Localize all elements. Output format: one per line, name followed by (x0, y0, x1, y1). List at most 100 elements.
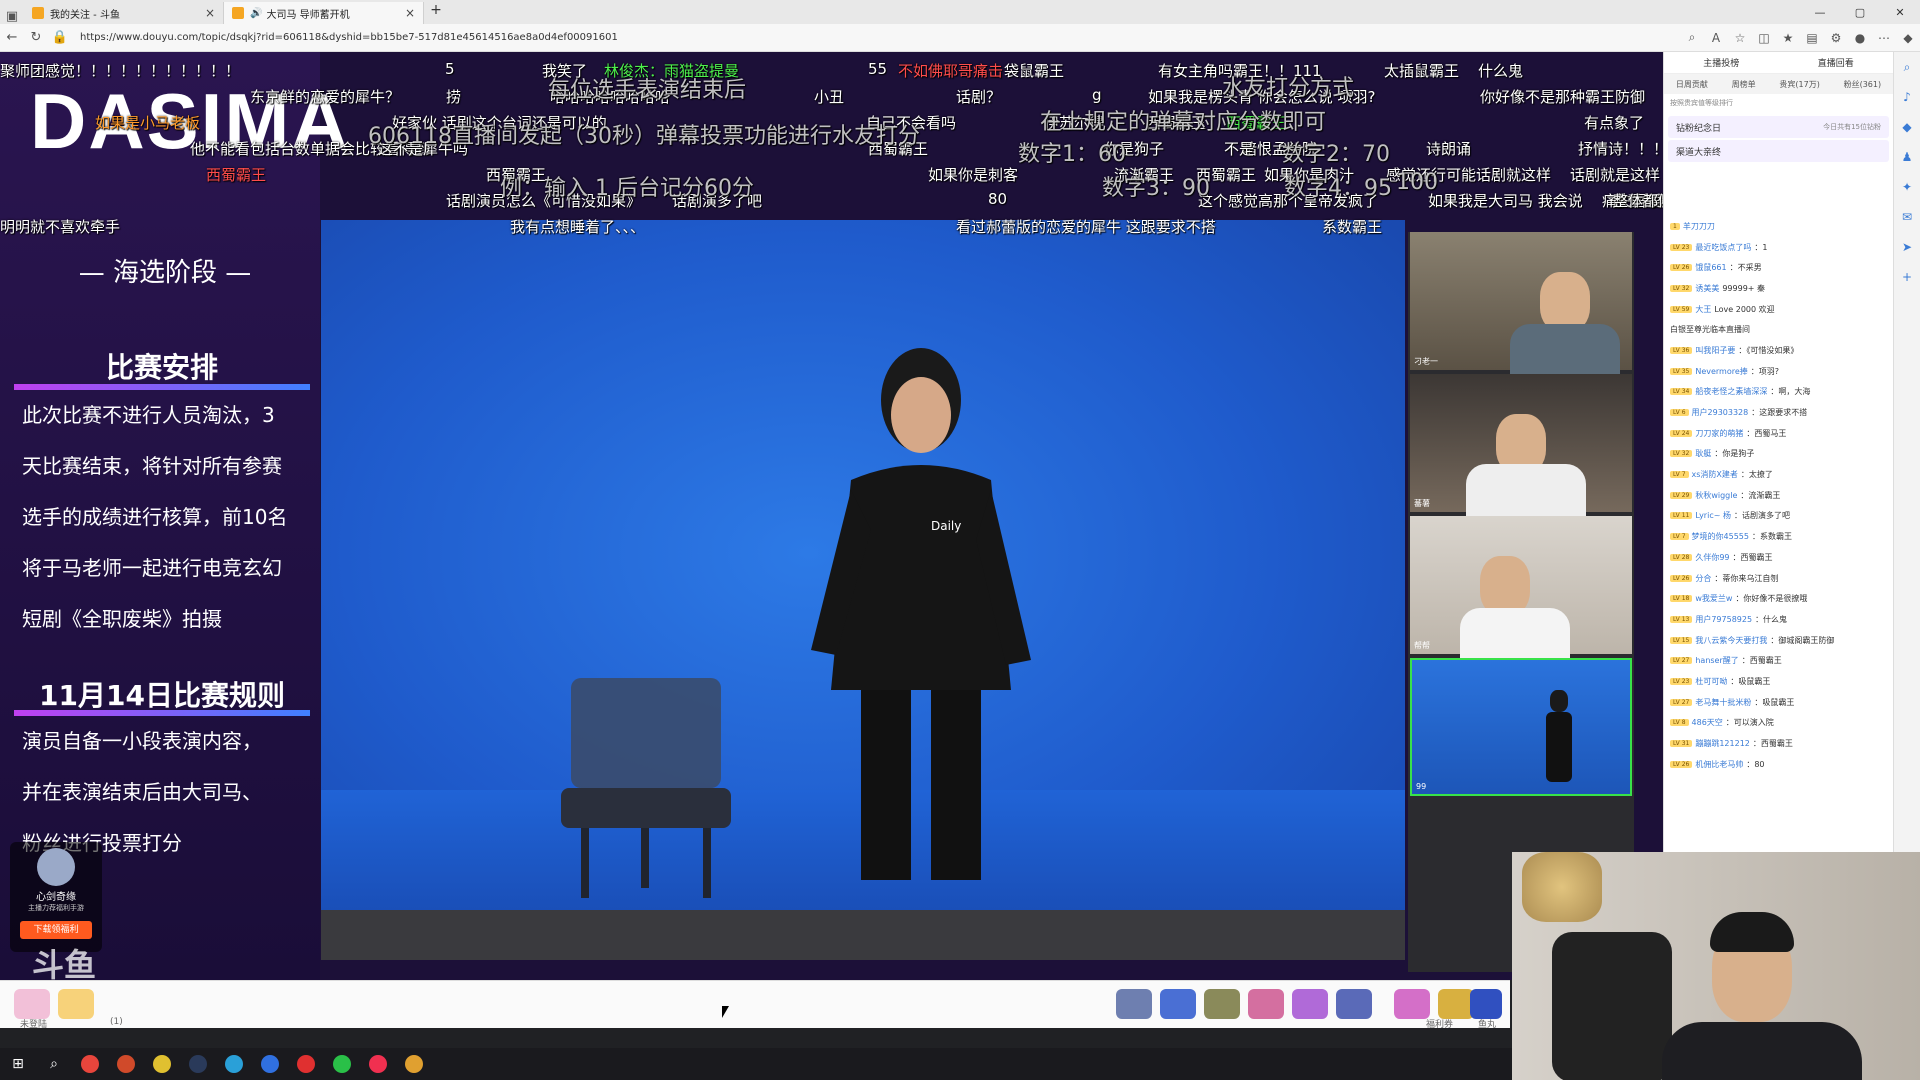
gift-icon[interactable] (1116, 989, 1152, 1019)
app-icon[interactable] (144, 1048, 180, 1080)
gift-icon[interactable] (1204, 989, 1240, 1019)
gift-icon[interactable] (1336, 989, 1372, 1019)
chat-username[interactable]: 耿艇 (1695, 448, 1711, 459)
app-icon[interactable] (252, 1048, 288, 1080)
chat-username[interactable]: 羊刀刀刀 (1683, 221, 1715, 232)
chat-message[interactable]: LV 13 用户79758925 ：什么鬼 (1664, 609, 1894, 630)
chat-username[interactable]: 杜可可呦 (1695, 676, 1727, 687)
chat-username[interactable]: 用户79758925 (1695, 614, 1752, 625)
chat-message[interactable]: LV 15 我八云紫今天要打我 ：御城阁霸王防御 (1664, 630, 1894, 651)
copilot-icon[interactable]: ◆ (1896, 31, 1920, 45)
more-menu-icon[interactable]: ⋯ (1872, 31, 1896, 45)
tools-icon[interactable]: ✦ (1894, 172, 1920, 202)
chat-username[interactable]: 用户29303328 (1692, 407, 1749, 418)
profile-icon[interactable]: ● (1848, 31, 1872, 45)
anchor-rank-link[interactable]: 主播投榜 (1703, 56, 1739, 69)
chat-message[interactable]: LV 26 分合 ：蒂你来乌江自刎 (1664, 568, 1894, 589)
gift-icon[interactable] (1248, 989, 1284, 1019)
app-icon[interactable] (180, 1048, 216, 1080)
chat-username[interactable]: 久伴你99 (1695, 552, 1729, 563)
coupon-label[interactable]: 福利券 (1426, 1017, 1453, 1030)
chat-message[interactable]: LV 32 耿艇 ：你是狗子 (1664, 444, 1894, 465)
tab-fans[interactable]: 粉丝(361) (1844, 79, 1882, 90)
chat-message[interactable]: LV 6 用户29303328 ：这跟要求不搭 (1664, 402, 1894, 423)
tab-dasima-stream[interactable]: 🔊 大司马 导师蓄开机 × (224, 2, 424, 24)
chat-message[interactable]: LV 32 诱美美 99999+ 秦 (1664, 278, 1894, 299)
replay-link[interactable]: 直播回看 (1818, 56, 1854, 69)
close-tab-icon[interactable]: × (205, 6, 215, 20)
close-tab-icon[interactable]: × (405, 6, 415, 20)
chat-username[interactable]: 我八云紫今天要打我 (1695, 635, 1767, 646)
chat-message[interactable]: LV 23 杜可可呦 ：吸鼠霸王 (1664, 671, 1894, 692)
chat-username[interactable]: 刀刀家的萌猪 (1695, 428, 1743, 439)
favorites-icon[interactable]: ★ (1776, 31, 1800, 45)
chat-username[interactable]: 最近吃饭点了吗 (1695, 242, 1751, 253)
chat-message[interactable]: LV 26 机佣比老马帅 ：80 (1664, 754, 1894, 775)
chat-message[interactable]: 白银至尊光临本直播间 (1664, 319, 1894, 340)
outlook-icon[interactable]: ✉ (1894, 202, 1920, 232)
chat-message[interactable]: LV 27 hanser醒了 ：西蜀霸王 (1664, 650, 1894, 671)
chat-username[interactable]: 秋秋wiggle (1695, 490, 1737, 501)
gift-icon[interactable] (1394, 989, 1430, 1019)
guest-camera-3[interactable]: 帮帮 (1410, 516, 1632, 668)
diamond-fan-banner[interactable]: 钻粉纪念日 今日共有15位钻粉 (1668, 116, 1889, 138)
reload-icon[interactable]: ↻ (24, 30, 48, 45)
gift-icon[interactable] (1470, 989, 1502, 1019)
search-icon[interactable]: ⌕ (1894, 52, 1920, 82)
close-window-icon[interactable]: ✕ (1880, 6, 1920, 19)
chat-username[interactable]: 叫我阳子要 (1695, 345, 1735, 356)
chat-message[interactable]: LV 7 梦境的你45555 ：系数霸王 (1664, 526, 1894, 547)
edge-icon[interactable] (216, 1048, 252, 1080)
app-icon[interactable] (288, 1048, 324, 1080)
app-icon[interactable] (108, 1048, 144, 1080)
main-video[interactable]: Daily (321, 220, 1405, 960)
tab-daily[interactable]: 日周贡献 (1676, 79, 1708, 90)
channel-banner[interactable]: 渠道大亲终 (1668, 140, 1889, 162)
chat-username[interactable]: xs消防X建者 (1692, 469, 1738, 480)
chat-username[interactable]: 老马舞十批米粉 (1695, 697, 1751, 708)
tab-weekly[interactable]: 周榜单 (1732, 79, 1756, 90)
read-aloud-icon[interactable]: A (1704, 31, 1728, 45)
gift-icon[interactable] (1292, 989, 1328, 1019)
lock-icon[interactable]: 🔒 (48, 30, 72, 45)
app-icon[interactable] (396, 1048, 432, 1080)
collections-icon[interactable]: ▤ (1800, 31, 1824, 45)
app-icon[interactable] (360, 1048, 396, 1080)
url-field[interactable]: https://www.douyu.com/topic/dsqkj?rid=60… (80, 32, 1680, 43)
gift-icon[interactable] (1160, 989, 1196, 1019)
chat-username[interactable]: Lyric~ 杨 (1695, 510, 1731, 521)
fishball-label[interactable]: 鱼丸 (1478, 1017, 1496, 1030)
send-icon[interactable]: ➤ (1894, 232, 1920, 262)
tab-vip[interactable]: 贵宾(17万) (1779, 79, 1819, 90)
chat-username[interactable]: 分合 (1695, 573, 1711, 584)
chat-message[interactable]: LV 29 秋秋wiggle ：流渐霸王 (1664, 485, 1894, 506)
chat-message[interactable]: LV 18 w我爱兰w ：你好像不是很撩哦 (1664, 588, 1894, 609)
chat-message[interactable]: LV 11 Lyric~ 杨：话剧演多了吧 (1664, 506, 1894, 527)
chat-username[interactable]: hanser醒了 (1695, 655, 1738, 666)
zoom-icon[interactable]: ⌕ (1680, 30, 1704, 45)
speaker-icon[interactable]: 🔊 (250, 8, 262, 19)
chat-message[interactable]: LV 24 刀刀家的萌猪 ：西蜀马王 (1664, 423, 1894, 444)
chat-username[interactable]: w我爱兰w (1695, 593, 1732, 604)
start-icon[interactable]: ⊞ (0, 1048, 36, 1080)
chat-message[interactable]: LV 8 486天空 ：可以演入院 (1664, 713, 1894, 734)
search-icon[interactable]: ⌕ (36, 1048, 72, 1080)
tab-actions-icon[interactable]: ▣ (0, 9, 24, 24)
chat-message[interactable]: LV 7 xs消防X建者 ：太撩了 (1664, 464, 1894, 485)
chat-message[interactable]: LV 26 饿鼠661 ：不采男 (1664, 257, 1894, 278)
chat-username[interactable]: 诱美美 (1695, 283, 1719, 294)
back-icon[interactable]: ← (0, 30, 24, 45)
chat-username[interactable]: 蹦蹦跳121212 (1695, 738, 1750, 749)
chat-message[interactable]: LV 31 蹦蹦跳121212 ：西蜀霸王 (1664, 733, 1894, 754)
chat-message[interactable]: LV 35 Nevermore捧 ：项羽? (1664, 361, 1894, 382)
chat-username[interactable]: 饿鼠661 (1695, 262, 1726, 273)
chat-username[interactable]: 机佣比老马帅 (1695, 759, 1743, 770)
login-status[interactable]: 未登陆 (20, 1017, 47, 1030)
games-icon[interactable]: ♟ (1894, 142, 1920, 172)
chat-message[interactable]: LV 34 船夜老怪之素墙深深 ：啊，大海 (1664, 382, 1894, 403)
minimize-icon[interactable]: — (1800, 6, 1840, 19)
new-tab-button[interactable]: + (424, 2, 448, 24)
chat-message[interactable]: 1 羊刀刀刀 (1664, 216, 1894, 237)
chat-message[interactable]: LV 27 老马舞十批米粉 ：吸鼠霸王 (1664, 692, 1894, 713)
chat-message[interactable]: LV 36 叫我阳子要 ：《可惜没如果》 (1664, 340, 1894, 361)
